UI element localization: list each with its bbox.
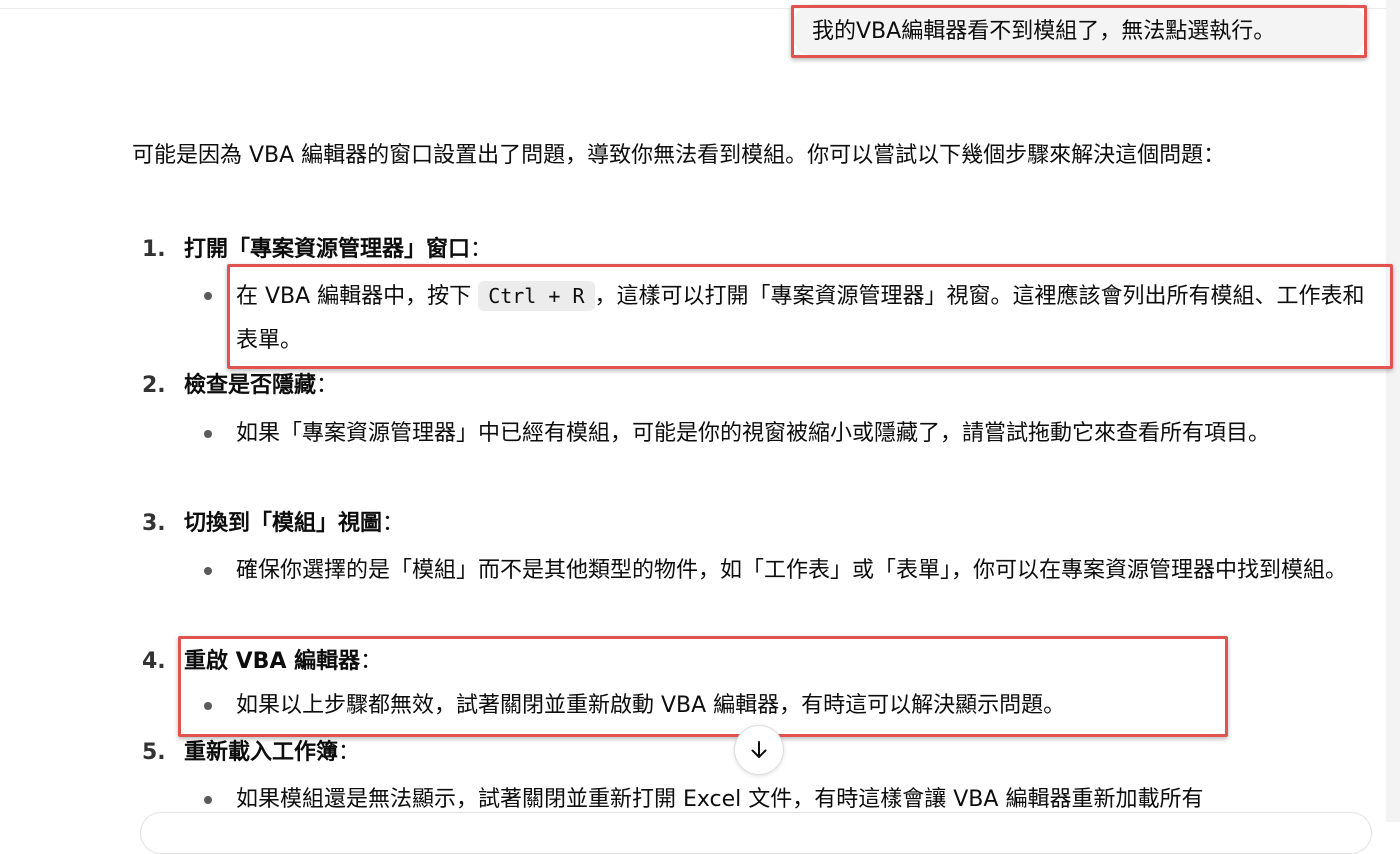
step-3-heading: 3. 切換到「模組」視圖： [142, 511, 405, 536]
user-message-bubble: 我的VBA編輯器看不到模組了，無法點選執行。 [792, 4, 1366, 56]
step-title: 檢查是否隱藏 [184, 373, 317, 398]
arrow-down-icon [751, 741, 767, 758]
step-4-bullet: 如果以上步驟都無效，試著關閉並重新啟動 VBA 編輯器，有時這可以解決顯示問題。 [236, 693, 1066, 718]
user-message-text: 我的VBA編輯器看不到模組了，無法點選執行。 [812, 19, 1276, 44]
step-1-bullet: 在 VBA 編輯器中，按下 Ctrl + R ，這樣可以打開「專案資源管理器」視窗… [236, 274, 1386, 363]
scroll-to-bottom-button[interactable] [734, 725, 784, 775]
step-3-bullet: 確保你選擇的是「模組」而不是其他類型的物件，如「工作表」或「表單」，你可以在專案… [236, 558, 1348, 583]
step-number: 1. [142, 237, 166, 262]
step-number: 4. [142, 649, 166, 674]
step-title: 打開「專案資源管理器」窗口 [184, 237, 471, 262]
step-number: 3. [142, 511, 166, 536]
assistant-intro-text: 可能是因為 VBA 編輯器的窗口設置出了問題，導致你無法看到模組。你可以嘗試以下… [132, 143, 1226, 168]
step-4-heading: 4. 重啟 VBA 編輯器： [142, 649, 383, 674]
step-number: 5. [142, 740, 166, 765]
step-title: 重啟 VBA 編輯器 [184, 649, 361, 674]
step-number: 2. [142, 373, 166, 398]
bullet-point [204, 702, 212, 710]
message-composer[interactable] [140, 812, 1372, 854]
step-2-heading: 2. 檢查是否隱藏： [142, 373, 339, 398]
step-1-heading: 1. 打開「專案資源管理器」窗口： [142, 237, 493, 262]
scrollbar-track[interactable] [1386, 0, 1400, 822]
inline-code-shortcut: Ctrl + R [478, 281, 595, 311]
step-title: 切換到「模組」視圖 [184, 511, 383, 536]
bullet-point [204, 796, 212, 804]
bullet-point [204, 567, 212, 575]
step-5-heading: 5. 重新載入工作簿： [142, 740, 361, 765]
step-2-bullet: 如果「專案資源管理器」中已經有模組，可能是你的視窗被縮小或隱藏了，請嘗試拖動它來… [236, 421, 1271, 446]
step-title: 重新載入工作簿 [184, 740, 339, 765]
bullet-point [204, 292, 212, 300]
bullet-point [204, 430, 212, 438]
